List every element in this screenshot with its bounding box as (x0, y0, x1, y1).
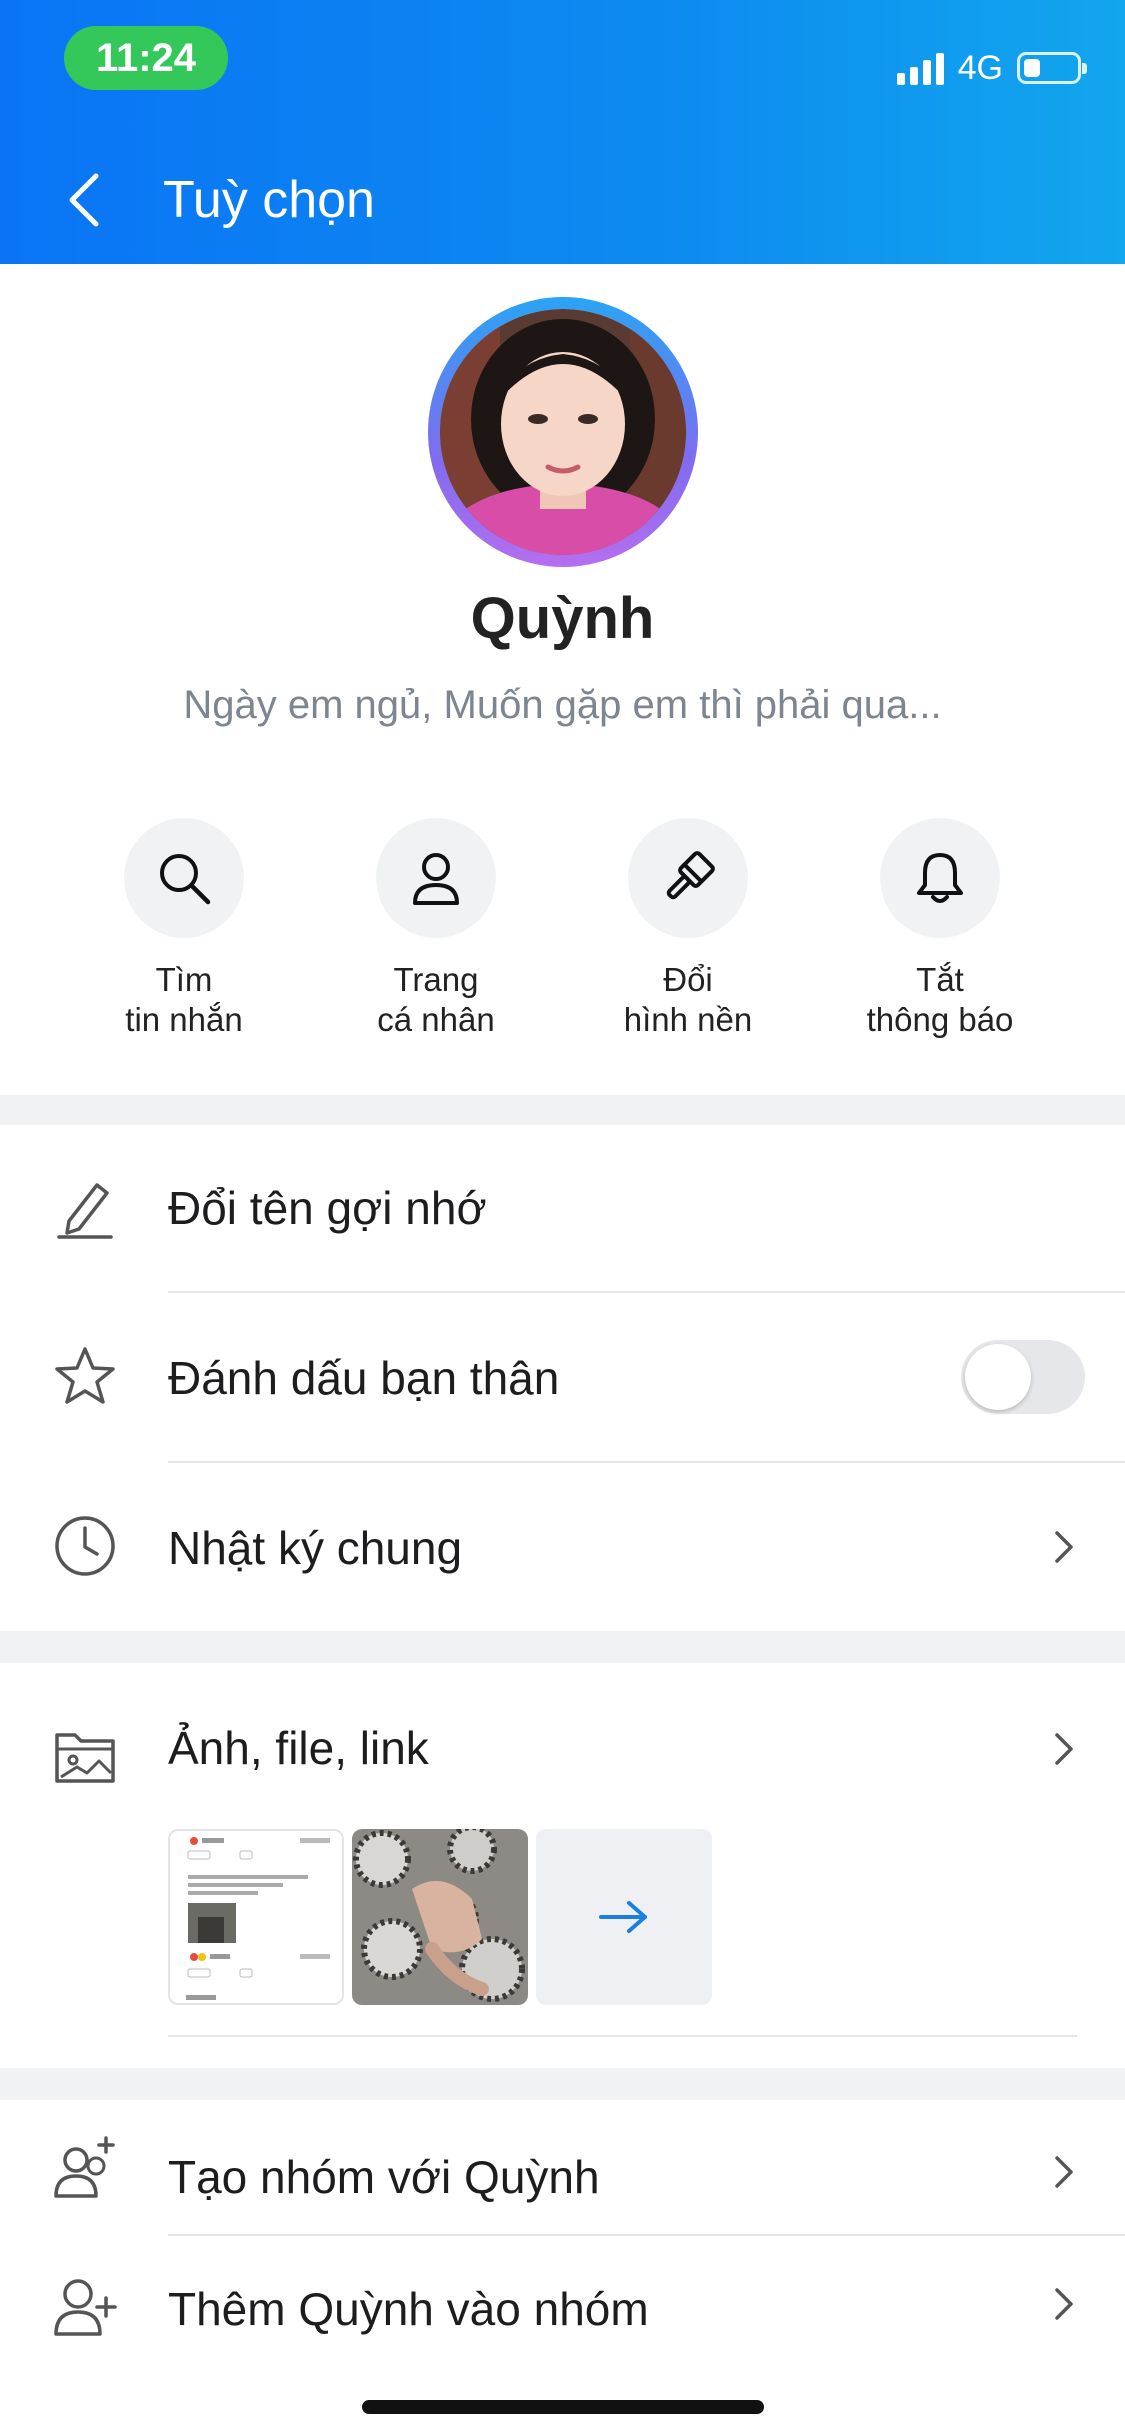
star-icon (55, 1347, 115, 1404)
chevron-right-icon (1055, 1733, 1073, 1765)
see-more-media-button[interactable] (536, 1829, 712, 2005)
profile-page-button[interactable]: Trang cá nhân (310, 818, 562, 1040)
diary-icon-wrap (50, 1511, 120, 1581)
mute-notifications-button[interactable]: Tắt thông báo (814, 818, 1066, 1040)
clock-icon (55, 1516, 115, 1576)
chevron-right-icon (1055, 2156, 1073, 2188)
search-messages-button[interactable]: Tìm tin nhắn (58, 818, 310, 1040)
signal-icon (896, 51, 944, 85)
profile-name: Quỳnh (470, 586, 655, 651)
paint-brush-icon (666, 851, 715, 900)
home-indicator (362, 2400, 764, 2414)
profile-circle (376, 818, 496, 938)
section-separator (0, 1095, 1125, 1125)
toggle-knob (965, 1344, 1031, 1410)
divider (168, 2035, 1077, 2037)
media-row[interactable]: Ảnh, file, link (0, 1663, 1125, 1828)
bell-icon (917, 853, 963, 903)
rename-row[interactable]: Đổi tên gợi nhớ (0, 1125, 1125, 1291)
media-thumbnail[interactable] (168, 1829, 344, 2005)
rename-label: Đổi tên gợi nhớ (168, 1182, 487, 1234)
chevron-left-icon (69, 173, 99, 227)
mute-notifications-label: Tắt thông báo (866, 961, 1014, 1038)
best-friend-icon-wrap (50, 1341, 120, 1411)
change-background-button[interactable]: Đổi hình nền (562, 818, 814, 1040)
add-to-group-label: Thêm Quỳnh vào nhóm (168, 2283, 649, 2335)
create-group-icon-wrap (50, 2132, 120, 2202)
rename-icon-wrap (50, 1173, 120, 1243)
best-friend-toggle[interactable] (961, 1340, 1085, 1414)
add-to-group-icon-wrap (50, 2270, 120, 2340)
create-group-label: Tạo nhóm với Quỳnh (168, 2151, 600, 2203)
page-title: Tuỳ chọn (163, 171, 375, 229)
section-separator (0, 1631, 1125, 1663)
add-to-group-row[interactable]: Thêm Quỳnh vào nhóm (0, 2236, 1125, 2400)
media-label: Ảnh, file, link (168, 1722, 429, 1774)
media-icon-wrap (50, 1721, 120, 1791)
battery-icon (1017, 52, 1087, 84)
network-type: 4G (957, 48, 1003, 87)
shared-diary-row[interactable]: Nhật ký chung (0, 1463, 1125, 1631)
media-thumbnail[interactable] (352, 1829, 528, 2005)
back-button[interactable] (60, 168, 108, 232)
pencil-icon (57, 1183, 113, 1239)
create-group-row[interactable]: Tạo nhóm với Quỳnh (0, 2100, 1125, 2234)
best-friend-row: Đánh dấu bạn thân (0, 1293, 1125, 1461)
chevron-right-icon (1055, 2288, 1073, 2320)
add-group-icon (54, 2136, 115, 2198)
background-circle (628, 818, 748, 938)
best-friend-label: Đánh dấu bạn thân (168, 1352, 560, 1404)
header-bar: 11:24 4G Tuỳ chọn (0, 0, 1125, 264)
media-thumbnails (168, 1829, 712, 2005)
change-background-label: Đổi hình nền (623, 961, 753, 1038)
chevron-right-icon (1055, 1531, 1073, 1563)
profile-status: Ngày em ngủ, Muốn gặp em thì phải qua... (183, 683, 942, 727)
search-icon (160, 854, 211, 905)
diary-label: Nhật ký chung (168, 1522, 463, 1574)
add-person-icon (54, 2279, 117, 2336)
profile-page-label: Trang cá nhân (377, 961, 495, 1038)
section-separator (0, 2068, 1125, 2100)
arrow-right-icon (599, 1901, 647, 1933)
search-messages-label: Tìm tin nhắn (125, 961, 243, 1038)
status-time: 11:24 (64, 26, 228, 90)
avatar-photo (440, 309, 686, 555)
search-circle (124, 818, 244, 938)
photo-folder-icon (55, 1733, 115, 1783)
person-icon (413, 853, 459, 905)
status-indicators: 4G (896, 44, 1087, 92)
mute-circle (880, 818, 1000, 938)
avatar[interactable] (428, 297, 698, 567)
